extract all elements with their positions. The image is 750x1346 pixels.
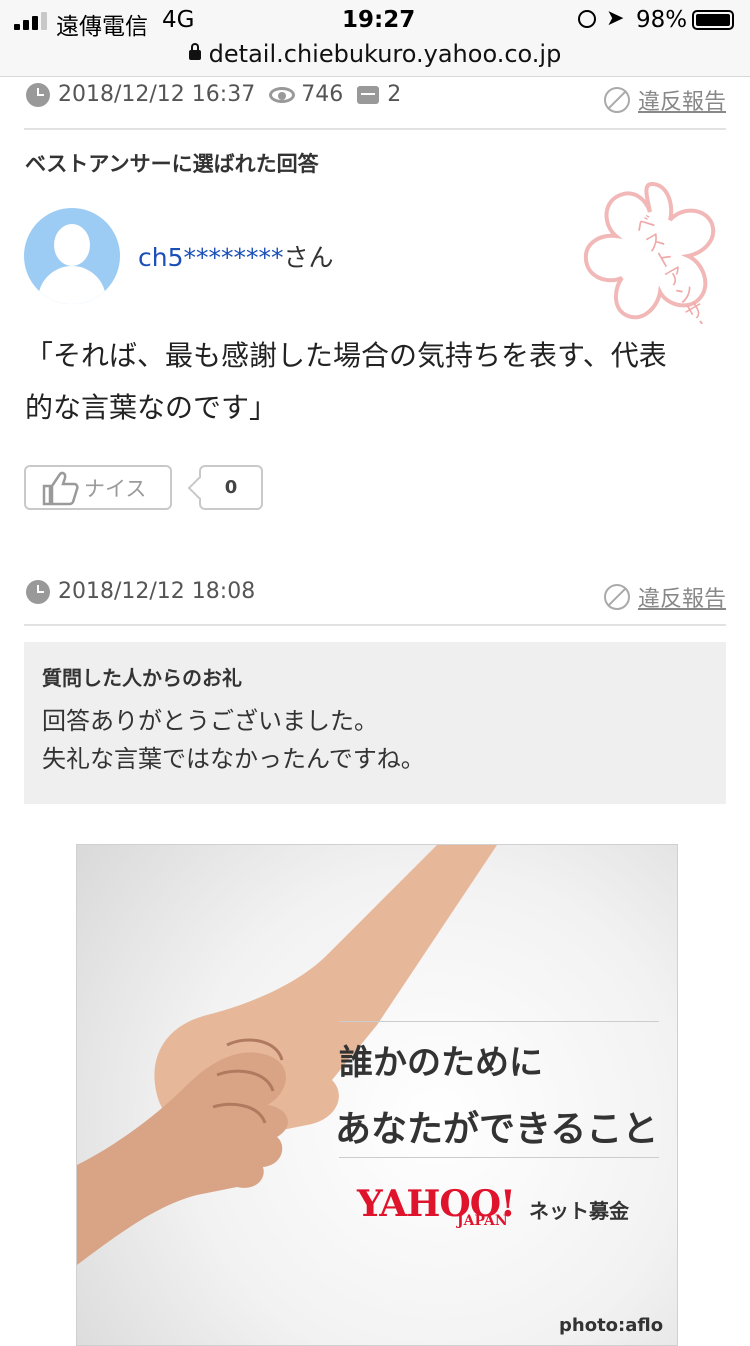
url-text: detail.chiebukuro.yahoo.co.jp bbox=[208, 40, 562, 68]
nice-button[interactable]: ナイス bbox=[24, 465, 172, 510]
photo-credit: photo:aflo bbox=[559, 1315, 664, 1336]
avatar[interactable] bbox=[24, 208, 120, 304]
battery-icon bbox=[692, 10, 734, 30]
ad-headline-1: 誰かのために bbox=[339, 1043, 543, 1083]
comment-count: 2 bbox=[387, 82, 402, 107]
carrier-name: 遠傳電信 bbox=[56, 14, 148, 40]
prohibited-icon bbox=[604, 584, 630, 610]
thumbs-up-icon bbox=[42, 471, 79, 505]
best-answer-heading: ベストアンサーに選ばれた回答 bbox=[25, 152, 319, 176]
answer-line: 「それば、最も感謝した場合の気持ちを表す、代表 bbox=[25, 339, 667, 372]
signal-icon bbox=[14, 12, 48, 30]
view-count: 746 bbox=[301, 82, 344, 107]
divider bbox=[24, 128, 726, 130]
clock-icon bbox=[26, 579, 50, 604]
report-link[interactable]: 違反報告 bbox=[604, 84, 726, 116]
ad-service-name: ネット募金 bbox=[529, 1199, 629, 1223]
report-label: 違反報告 bbox=[638, 90, 727, 115]
best-answer-body: 「それば、最も感謝した場合の気持ちを表す、代表 的な言葉なのです」 bbox=[25, 330, 725, 434]
eye-icon bbox=[269, 86, 296, 103]
answer-date: 2018/12/12 18:08 bbox=[58, 579, 256, 604]
battery-percent: 98% bbox=[636, 7, 688, 33]
nice-count-badge: 0 bbox=[187, 465, 263, 510]
clock-icon bbox=[26, 82, 50, 107]
location-arrow-icon: ➤ bbox=[606, 6, 625, 31]
comment-icon bbox=[357, 85, 380, 104]
clock-time: 19:27 bbox=[342, 7, 416, 33]
report-link[interactable]: 違反報告 bbox=[604, 581, 726, 613]
lock-icon bbox=[188, 43, 201, 60]
thanks-title: 質問した人からのお礼 bbox=[42, 666, 242, 690]
report-label: 違反報告 bbox=[638, 587, 727, 612]
ad-banner[interactable]: 誰かのために あなたができること YAHOO! JAPAN ネット募金 phot… bbox=[76, 844, 678, 1346]
address-bar[interactable]: detail.chiebukuro.yahoo.co.jp bbox=[0, 40, 750, 68]
nice-count: 0 bbox=[224, 477, 238, 498]
nice-label: ナイス bbox=[84, 476, 147, 501]
thanks-box: 質問した人からのお礼 回答ありがとうございました。 失礼な言葉ではなかったんです… bbox=[24, 642, 726, 804]
question-date: 2018/12/12 16:37 bbox=[58, 82, 256, 107]
thanks-line: 失礼な言葉ではなかったんですね。 bbox=[42, 745, 425, 773]
status-bar: 遠傳電信 4G 19:27 ➤ 98% detail.chiebukuro.ya… bbox=[0, 0, 750, 77]
username-suffix: さん bbox=[283, 243, 334, 272]
stamp-text: ベストアンサー bbox=[628, 210, 719, 324]
answer-meta: 2018/12/12 18:08 bbox=[26, 579, 255, 604]
handshake-image bbox=[77, 845, 497, 1265]
divider bbox=[24, 624, 726, 626]
prohibited-icon bbox=[604, 87, 630, 113]
yahoo-logo-sub: JAPAN bbox=[457, 1213, 508, 1229]
orientation-lock-icon bbox=[578, 10, 596, 28]
thanks-line: 回答ありがとうございました。 bbox=[42, 707, 378, 735]
username-link[interactable]: ch5******** bbox=[138, 243, 284, 272]
network-type: 4G bbox=[162, 7, 195, 33]
ad-headline-2: あなたができること bbox=[335, 1108, 659, 1150]
thanks-message: 回答ありがとうございました。 失礼な言葉ではなかったんですね。 bbox=[42, 702, 425, 778]
best-answer-stamp-icon: ベストアンサー bbox=[583, 181, 719, 324]
answerer-name[interactable]: ch5********さん bbox=[138, 238, 334, 274]
answer-line: 的な言葉なのです」 bbox=[25, 391, 278, 424]
question-meta: 2018/12/12 16:37 746 2 bbox=[26, 82, 401, 107]
